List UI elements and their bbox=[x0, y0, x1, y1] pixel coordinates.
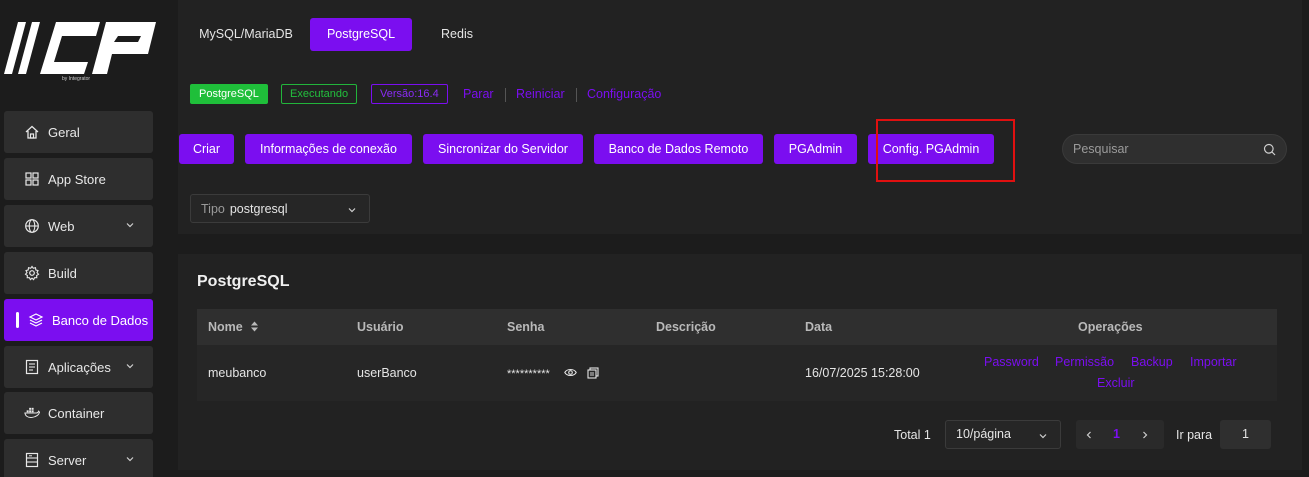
chevron-down-icon bbox=[126, 364, 134, 369]
sidebar-item-banco-de-dados[interactable]: Banco de Dados bbox=[4, 299, 153, 341]
sync-server-button[interactable]: Sincronizar do Servidor bbox=[423, 134, 583, 164]
sidebar-item-label: Web bbox=[48, 218, 75, 234]
chevron-right-icon[interactable] bbox=[1140, 430, 1150, 440]
pagination-nav: 1 bbox=[1076, 420, 1164, 449]
logo[interactable]: by Integrator bbox=[4, 18, 156, 82]
search-input[interactable] bbox=[1073, 142, 1253, 156]
chevron-down-icon bbox=[1039, 434, 1047, 439]
op-delete-link[interactable]: Excluir bbox=[1097, 376, 1135, 390]
sort-icon[interactable] bbox=[250, 321, 259, 332]
search-box[interactable] bbox=[1062, 134, 1287, 164]
column-header-operations: Operações bbox=[1078, 320, 1143, 334]
sidebar-item-label: Banco de Dados bbox=[52, 312, 149, 328]
tab-redis[interactable]: Redis bbox=[430, 18, 484, 51]
database-icon bbox=[28, 312, 44, 328]
cell-password: ********** bbox=[507, 368, 550, 380]
chevron-down-icon bbox=[126, 223, 134, 228]
app-icon bbox=[24, 359, 40, 375]
service-panel: PostgreSQL Executando Versão:16.4 Parar … bbox=[178, 68, 1302, 234]
sidebar-item-label: Build bbox=[48, 265, 77, 281]
tab-mysql[interactable]: MySQL/MariaDB bbox=[196, 18, 296, 51]
sidebar-item-container[interactable]: Container bbox=[4, 392, 153, 434]
configuration-link[interactable]: Configuração bbox=[587, 87, 661, 101]
type-value: postgresql bbox=[229, 201, 288, 216]
connection-info-button[interactable]: Informações de conexão bbox=[245, 134, 412, 164]
chevron-left-icon[interactable] bbox=[1084, 430, 1094, 440]
op-backup-link[interactable]: Backup bbox=[1131, 355, 1173, 369]
cell-date: 16/07/2025 15:28:00 bbox=[805, 366, 920, 380]
restart-link[interactable]: Reiniciar bbox=[516, 87, 565, 101]
create-button[interactable]: Criar bbox=[179, 134, 234, 164]
op-import-link[interactable]: Importar bbox=[1190, 355, 1237, 369]
sidebar-item-label: Aplicações bbox=[48, 359, 111, 375]
sidebar-item-server[interactable]: Server bbox=[4, 439, 153, 477]
op-password-link[interactable]: Password bbox=[984, 355, 1039, 369]
column-header-user: Usuário bbox=[357, 320, 404, 334]
page-number[interactable]: 1 bbox=[1113, 427, 1120, 441]
goto-label: Ir para bbox=[1176, 428, 1213, 442]
cell-user: userBanco bbox=[357, 366, 417, 380]
tab-postgresql[interactable]: PostgreSQL bbox=[310, 18, 412, 51]
page-size-value: 10/página bbox=[956, 427, 1011, 441]
search-icon[interactable] bbox=[1263, 143, 1276, 156]
gear-icon bbox=[24, 265, 40, 281]
copy-icon[interactable] bbox=[587, 367, 599, 379]
sidebar-item-geral[interactable]: Geral bbox=[4, 111, 153, 153]
main-content: MySQL/MariaDB PostgreSQL Redis PostgreSQ… bbox=[163, 0, 1309, 477]
sidebar-item-web[interactable]: Web bbox=[4, 205, 153, 247]
pagination-total: Total 1 bbox=[894, 428, 931, 442]
sidebar-item-app-store[interactable]: App Store bbox=[4, 158, 153, 200]
column-header-date: Data bbox=[805, 320, 833, 334]
active-indicator bbox=[16, 312, 19, 328]
column-header-description: Descrição bbox=[656, 320, 716, 334]
cell-name: meubanco bbox=[208, 366, 267, 380]
sidebar-item-label: Container bbox=[48, 405, 105, 421]
sidebar-item-build[interactable]: Build bbox=[4, 252, 153, 294]
column-header-password: Senha bbox=[507, 320, 545, 334]
sidebar-item-label: Geral bbox=[48, 124, 80, 140]
chevron-down-icon bbox=[348, 208, 356, 213]
panel-title: PostgreSQL bbox=[197, 273, 290, 290]
version-badge: Versão:16.4 bbox=[371, 84, 448, 104]
divider bbox=[576, 88, 577, 102]
sidebar-item-aplicacoes[interactable]: Aplicações bbox=[4, 346, 153, 388]
table-row: meubanco userBanco ********** 16/07/2025… bbox=[197, 345, 1277, 401]
stop-link[interactable]: Parar bbox=[463, 87, 494, 101]
grid-icon bbox=[24, 171, 40, 187]
sidebar-item-label: Server bbox=[48, 452, 87, 468]
table-header: Nome Usuário Senha Descrição Data Operaç… bbox=[197, 309, 1277, 345]
page-size-select[interactable]: 10/página bbox=[945, 420, 1061, 449]
app-tag: PostgreSQL bbox=[190, 84, 268, 104]
sidebar-item-label: App Store bbox=[48, 171, 106, 187]
type-select[interactable]: Tipo postgresql bbox=[190, 194, 370, 223]
database-list-panel: PostgreSQL Nome Usuário Senha Descrição … bbox=[178, 254, 1302, 470]
remote-database-button[interactable]: Banco de Dados Remoto bbox=[594, 134, 763, 164]
sidebar: by Integrator Geral App Store Web Build … bbox=[0, 0, 163, 477]
server-icon bbox=[24, 452, 40, 468]
type-label: Tipo bbox=[201, 201, 225, 216]
status-badge: Executando bbox=[281, 84, 358, 104]
highlight-box bbox=[876, 119, 1015, 182]
logo-subtext: by Integrator bbox=[62, 76, 90, 82]
database-tabs: MySQL/MariaDB PostgreSQL Redis bbox=[178, 0, 1302, 68]
pgadmin-button[interactable]: PGAdmin bbox=[774, 134, 857, 164]
chevron-down-icon bbox=[126, 457, 134, 462]
goto-page-input[interactable]: 1 bbox=[1220, 420, 1271, 449]
home-icon bbox=[24, 124, 40, 140]
column-header-name[interactable]: Nome bbox=[208, 320, 259, 334]
divider bbox=[505, 88, 506, 102]
eye-icon[interactable] bbox=[564, 367, 577, 378]
globe-icon bbox=[24, 218, 40, 234]
op-permission-link[interactable]: Permissão bbox=[1055, 355, 1114, 369]
docker-icon bbox=[24, 405, 40, 421]
